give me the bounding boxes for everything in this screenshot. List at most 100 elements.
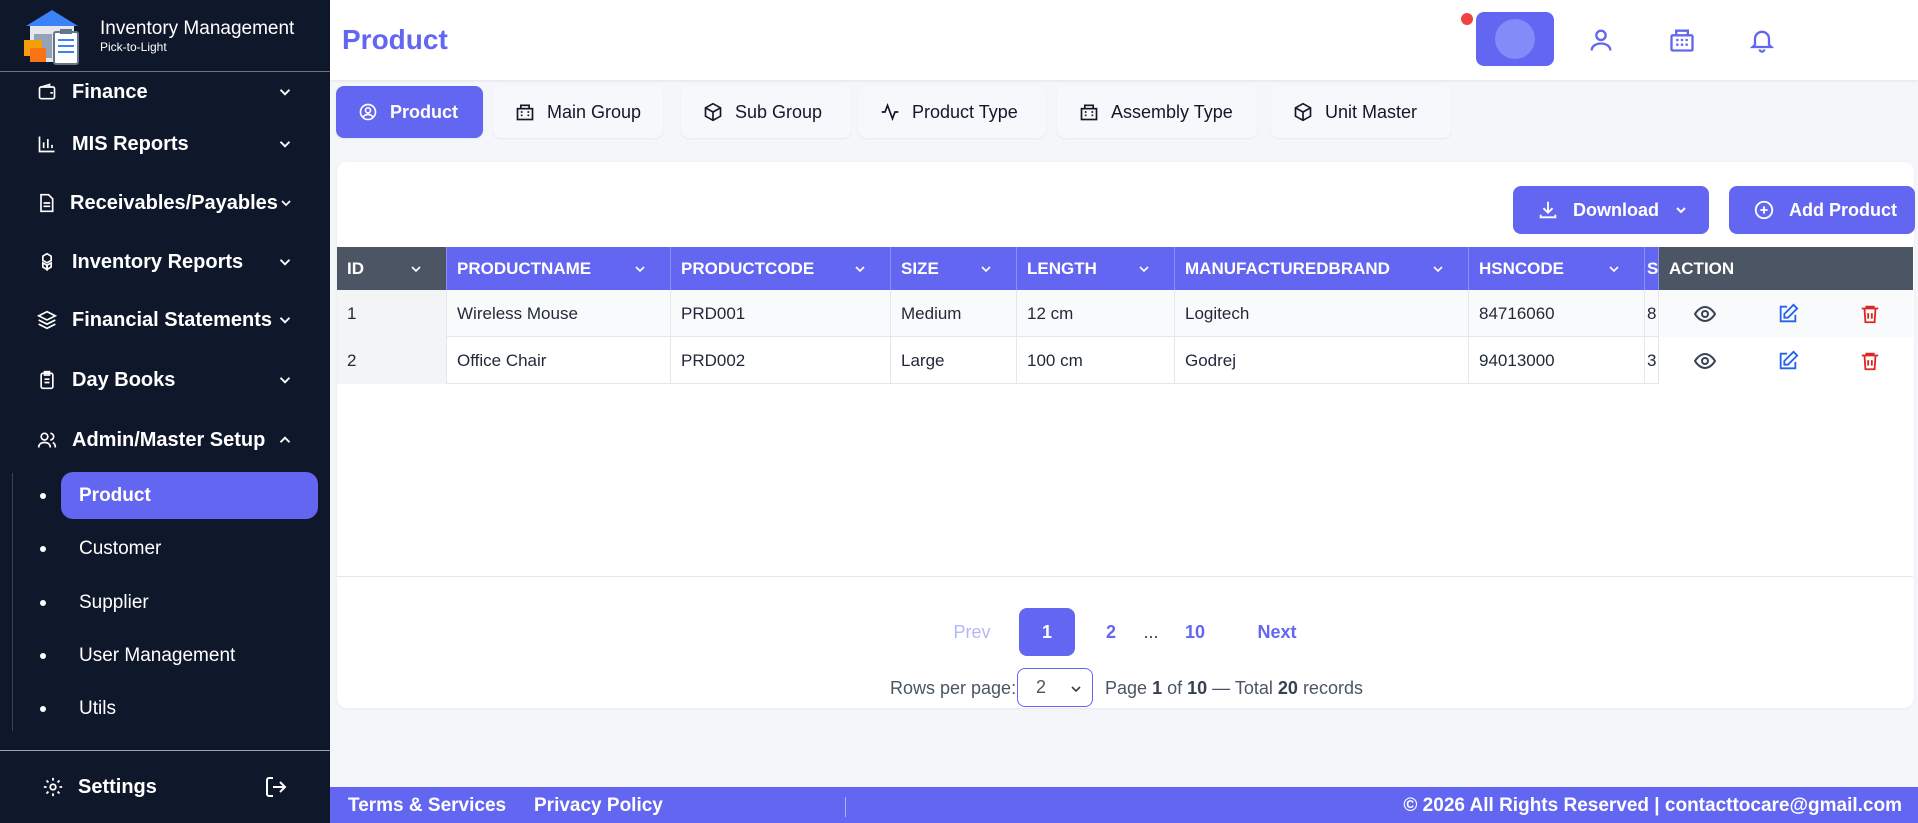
sidebar-item-mis-reports[interactable]: MIS Reports bbox=[36, 124, 294, 164]
tab-assembly-type[interactable]: Assembly Type bbox=[1057, 86, 1257, 138]
sidebar-item-label: Financial Statements bbox=[72, 308, 273, 331]
view-eye-icon[interactable] bbox=[1693, 349, 1717, 373]
col-header-manufacturedbrand[interactable]: MANUFACTUREDBRAND bbox=[1175, 247, 1469, 290]
chevron-down-icon bbox=[1139, 266, 1149, 273]
sidebar: Inventory Management Pick-to-Light Finan… bbox=[0, 0, 330, 823]
edit-icon[interactable] bbox=[1776, 349, 1800, 373]
activity-icon bbox=[880, 102, 900, 122]
col-header-productname[interactable]: PRODUCTNAME bbox=[447, 247, 671, 290]
view-eye-icon[interactable] bbox=[1693, 302, 1717, 326]
table-header: ID PRODUCTNAME PRODUCTCODE SIZE LENGTH M… bbox=[337, 247, 1913, 290]
user-icon[interactable] bbox=[1586, 25, 1616, 55]
brand[interactable]: Inventory Management Pick-to-Light bbox=[0, 0, 330, 72]
sidebar-subitem-label: Product bbox=[79, 485, 151, 506]
sidebar-item-admin-master-setup[interactable]: Admin/Master Setup bbox=[36, 420, 294, 460]
download-label: Download bbox=[1573, 199, 1659, 220]
page-total: 10 bbox=[1187, 677, 1208, 698]
bell-icon[interactable] bbox=[1747, 25, 1777, 55]
cell-truncated: 8 bbox=[1645, 290, 1659, 337]
add-product-label: Add Product bbox=[1789, 199, 1897, 220]
cell-hsncode: 84716060 bbox=[1469, 290, 1645, 337]
tab-unit-master[interactable]: Unit Master bbox=[1271, 86, 1451, 138]
delete-trash-icon[interactable] bbox=[1858, 302, 1882, 326]
cell-productname: Office Chair bbox=[447, 337, 671, 384]
col-header-length[interactable]: LENGTH bbox=[1017, 247, 1175, 290]
download-icon bbox=[1537, 199, 1559, 221]
page-button-10[interactable]: 10 bbox=[1180, 608, 1210, 656]
chevron-down-icon bbox=[279, 317, 291, 324]
sidebar-item-receivables[interactable]: Receivables/Payables bbox=[36, 183, 294, 223]
table-row[interactable]: 2 Office Chair PRD002 Large 100 cm Godre… bbox=[337, 337, 1913, 384]
chevron-down-icon bbox=[279, 259, 291, 266]
clipboard-icon bbox=[36, 369, 58, 391]
sidebar-item-finance[interactable]: Finance bbox=[36, 72, 294, 112]
sidebar-item-label: Day Books bbox=[72, 368, 176, 391]
tab-product-type[interactable]: Product Type bbox=[858, 86, 1046, 138]
page-current: 1 bbox=[1152, 677, 1163, 698]
sidebar-item-financial-statements[interactable]: Financial Statements bbox=[36, 300, 294, 340]
next-page-button[interactable]: Next bbox=[1252, 608, 1302, 656]
col-header-productcode[interactable]: PRODUCTCODE bbox=[671, 247, 891, 290]
chevron-down-icon bbox=[411, 266, 421, 273]
cell-productcode: PRD002 bbox=[671, 337, 891, 384]
cell-length: 12 cm bbox=[1017, 290, 1175, 337]
sidebar-subitem-label: Customer bbox=[79, 538, 162, 559]
sidebar-subitem-supplier[interactable]: Supplier bbox=[40, 580, 149, 626]
download-button[interactable]: Download bbox=[1513, 186, 1709, 234]
rows-per-page-select[interactable]: 2 bbox=[1017, 668, 1093, 707]
table-row[interactable]: 1 Wireless Mouse PRD001 Medium 12 cm Log… bbox=[337, 290, 1913, 337]
sidebar-subitem-user-management[interactable]: User Management bbox=[40, 633, 235, 679]
sidebar-item-label: Receivables/Payables bbox=[70, 191, 278, 214]
bullet-icon bbox=[40, 546, 46, 552]
col-label: PRODUCTCODE bbox=[681, 258, 815, 278]
terms-link[interactable]: Terms & Services bbox=[348, 795, 506, 817]
col-header-id[interactable]: ID bbox=[337, 247, 447, 290]
edit-icon[interactable] bbox=[1776, 302, 1800, 326]
col-label: PRODUCTNAME bbox=[457, 258, 592, 278]
bullet-icon bbox=[40, 493, 46, 499]
sidebar-item-label: Inventory Reports bbox=[72, 250, 244, 273]
sidebar-item-label: Finance bbox=[72, 80, 148, 103]
chevron-down-icon bbox=[855, 266, 865, 273]
users-icon bbox=[36, 429, 58, 451]
col-header-truncated[interactable]: S bbox=[1645, 247, 1659, 290]
delete-trash-icon[interactable] bbox=[1858, 349, 1882, 373]
cell-truncated: 3 bbox=[1645, 337, 1659, 384]
cell-length: 100 cm bbox=[1017, 337, 1175, 384]
bullet-icon bbox=[40, 653, 46, 659]
page-word: Page bbox=[1105, 677, 1148, 698]
total-word: — Total bbox=[1212, 677, 1273, 698]
col-header-hsncode[interactable]: HSNCODE bbox=[1469, 247, 1645, 290]
settings-link[interactable]: Settings bbox=[78, 776, 264, 799]
avatar[interactable] bbox=[1476, 12, 1554, 66]
col-label: ACTION bbox=[1669, 258, 1735, 278]
building-icon[interactable] bbox=[1667, 25, 1697, 55]
sidebar-subitem-product[interactable]: Product bbox=[40, 473, 151, 519]
sidebar-subitem-utils[interactable]: Utils bbox=[40, 686, 116, 732]
chevron-down-icon bbox=[281, 200, 291, 207]
logout-icon[interactable] bbox=[264, 775, 288, 799]
page-button-1[interactable]: 1 bbox=[1019, 608, 1075, 656]
sidebar-item-inventory-reports[interactable]: Inventory Reports bbox=[36, 242, 294, 282]
privacy-link[interactable]: Privacy Policy bbox=[534, 795, 663, 817]
tab-sub-group[interactable]: Sub Group bbox=[681, 86, 851, 138]
prev-page-button[interactable]: Prev bbox=[945, 608, 999, 656]
cell-size: Medium bbox=[891, 290, 1017, 337]
tab-label: Product bbox=[390, 101, 459, 122]
warehouse-logo-icon bbox=[22, 4, 86, 68]
col-label: HSNCODE bbox=[1479, 258, 1565, 278]
gear-icon[interactable] bbox=[42, 776, 64, 798]
records-word: records bbox=[1302, 677, 1363, 698]
sidebar-footer: Settings bbox=[0, 750, 330, 823]
chevron-down-icon bbox=[279, 89, 291, 96]
add-product-button[interactable]: Add Product bbox=[1729, 186, 1915, 234]
col-header-size[interactable]: SIZE bbox=[891, 247, 1017, 290]
page-ellipsis: ... bbox=[1143, 621, 1159, 642]
chevron-down-icon bbox=[981, 266, 991, 273]
sidebar-subitem-customer[interactable]: Customer bbox=[40, 526, 161, 572]
sidebar-item-day-books[interactable]: Day Books bbox=[36, 360, 294, 400]
page-button-2[interactable]: 2 bbox=[1097, 608, 1125, 656]
bullet-icon bbox=[40, 600, 46, 606]
tab-product[interactable]: Product bbox=[336, 86, 483, 138]
tab-main-group[interactable]: Main Group bbox=[493, 86, 663, 138]
